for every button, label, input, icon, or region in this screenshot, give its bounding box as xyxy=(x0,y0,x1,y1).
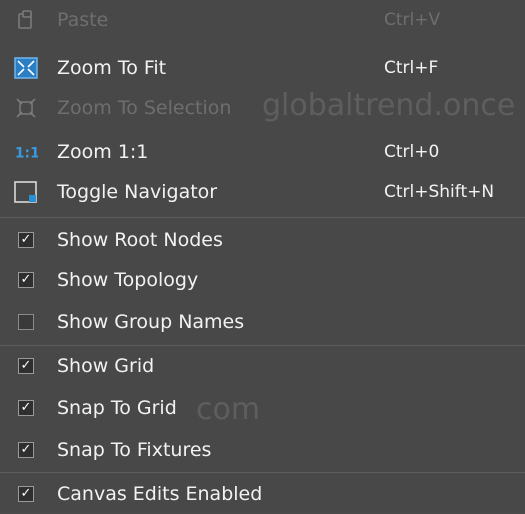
menu-item-snap-to-fixtures[interactable]: ✓ Snap To Fixtures xyxy=(0,430,525,470)
checkbox[interactable]: ✓ xyxy=(14,396,38,420)
checkmark-icon: ✓ xyxy=(18,272,34,288)
menu-item-shortcut: Ctrl+Shift+N xyxy=(384,182,495,202)
zoom-to-selection-icon xyxy=(14,96,38,120)
menu-item-label: Snap To Grid xyxy=(57,397,177,419)
menu-item-label: Show Root Nodes xyxy=(57,229,223,251)
menu-item-snap-to-grid[interactable]: ✓ Snap To Grid xyxy=(0,388,525,428)
menu-item-show-topology[interactable]: ✓ Show Topology xyxy=(0,260,525,300)
menu-item-shortcut: Ctrl+0 xyxy=(384,142,440,162)
menu-item-label: Paste xyxy=(57,9,109,31)
checkbox[interactable]: ✓ xyxy=(14,482,38,506)
menu-item-zoom-to-selection[interactable]: Zoom To Selection xyxy=(0,88,525,128)
zoom-1-1-icon: 1:1 xyxy=(14,140,38,164)
checkmark-icon: ✓ xyxy=(18,442,34,458)
menu-item-label: Show Topology xyxy=(57,269,199,291)
menu-item-label: Show Grid xyxy=(57,355,155,377)
svg-text:1:1: 1:1 xyxy=(15,146,38,162)
menu-item-label: Zoom 1:1 xyxy=(57,141,149,163)
menu-item-label: Show Group Names xyxy=(57,311,245,333)
menu-item-show-grid[interactable]: ✓ Show Grid xyxy=(0,346,525,386)
menu-item-show-root-nodes[interactable]: ✓ Show Root Nodes xyxy=(0,220,525,260)
zoom-to-fit-icon xyxy=(14,56,38,80)
checkmark-icon: ✓ xyxy=(18,486,34,502)
paste-icon xyxy=(14,8,38,32)
menu-item-label: Zoom To Selection xyxy=(57,97,232,119)
context-menu: Paste Ctrl+V Zoom To Fit Ctrl+F Zoom To … xyxy=(0,0,525,512)
navigator-icon xyxy=(14,180,38,204)
menu-item-show-group-names[interactable]: Show Group Names xyxy=(0,302,525,342)
menu-item-toggle-navigator[interactable]: Toggle Navigator Ctrl+Shift+N xyxy=(0,172,525,212)
menu-separator xyxy=(0,472,525,473)
menu-item-shortcut: Ctrl+F xyxy=(384,58,439,78)
checkbox-empty-icon xyxy=(18,314,34,330)
checkbox[interactable]: ✓ xyxy=(14,228,38,252)
menu-separator xyxy=(0,217,525,218)
checkmark-icon: ✓ xyxy=(18,232,34,248)
checkmark-icon: ✓ xyxy=(18,358,34,374)
checkbox[interactable]: ✓ xyxy=(14,438,38,462)
checkbox[interactable]: ✓ xyxy=(14,268,38,292)
menu-item-zoom-to-fit[interactable]: Zoom To Fit Ctrl+F xyxy=(0,48,525,88)
checkbox[interactable]: ✓ xyxy=(14,354,38,378)
menu-item-label: Zoom To Fit xyxy=(57,57,167,79)
menu-item-shortcut: Ctrl+V xyxy=(384,10,441,30)
checkbox[interactable] xyxy=(14,310,38,334)
checkmark-icon: ✓ xyxy=(18,400,34,416)
menu-item-label: Snap To Fixtures xyxy=(57,439,212,461)
menu-item-label: Toggle Navigator xyxy=(57,181,218,203)
menu-item-canvas-edits-enabled[interactable]: ✓ Canvas Edits Enabled xyxy=(0,474,525,514)
menu-item-zoom-1-1[interactable]: 1:1 Zoom 1:1 Ctrl+0 xyxy=(0,132,525,172)
menu-item-label: Canvas Edits Enabled xyxy=(57,483,263,505)
menu-item-paste[interactable]: Paste Ctrl+V xyxy=(0,0,525,40)
